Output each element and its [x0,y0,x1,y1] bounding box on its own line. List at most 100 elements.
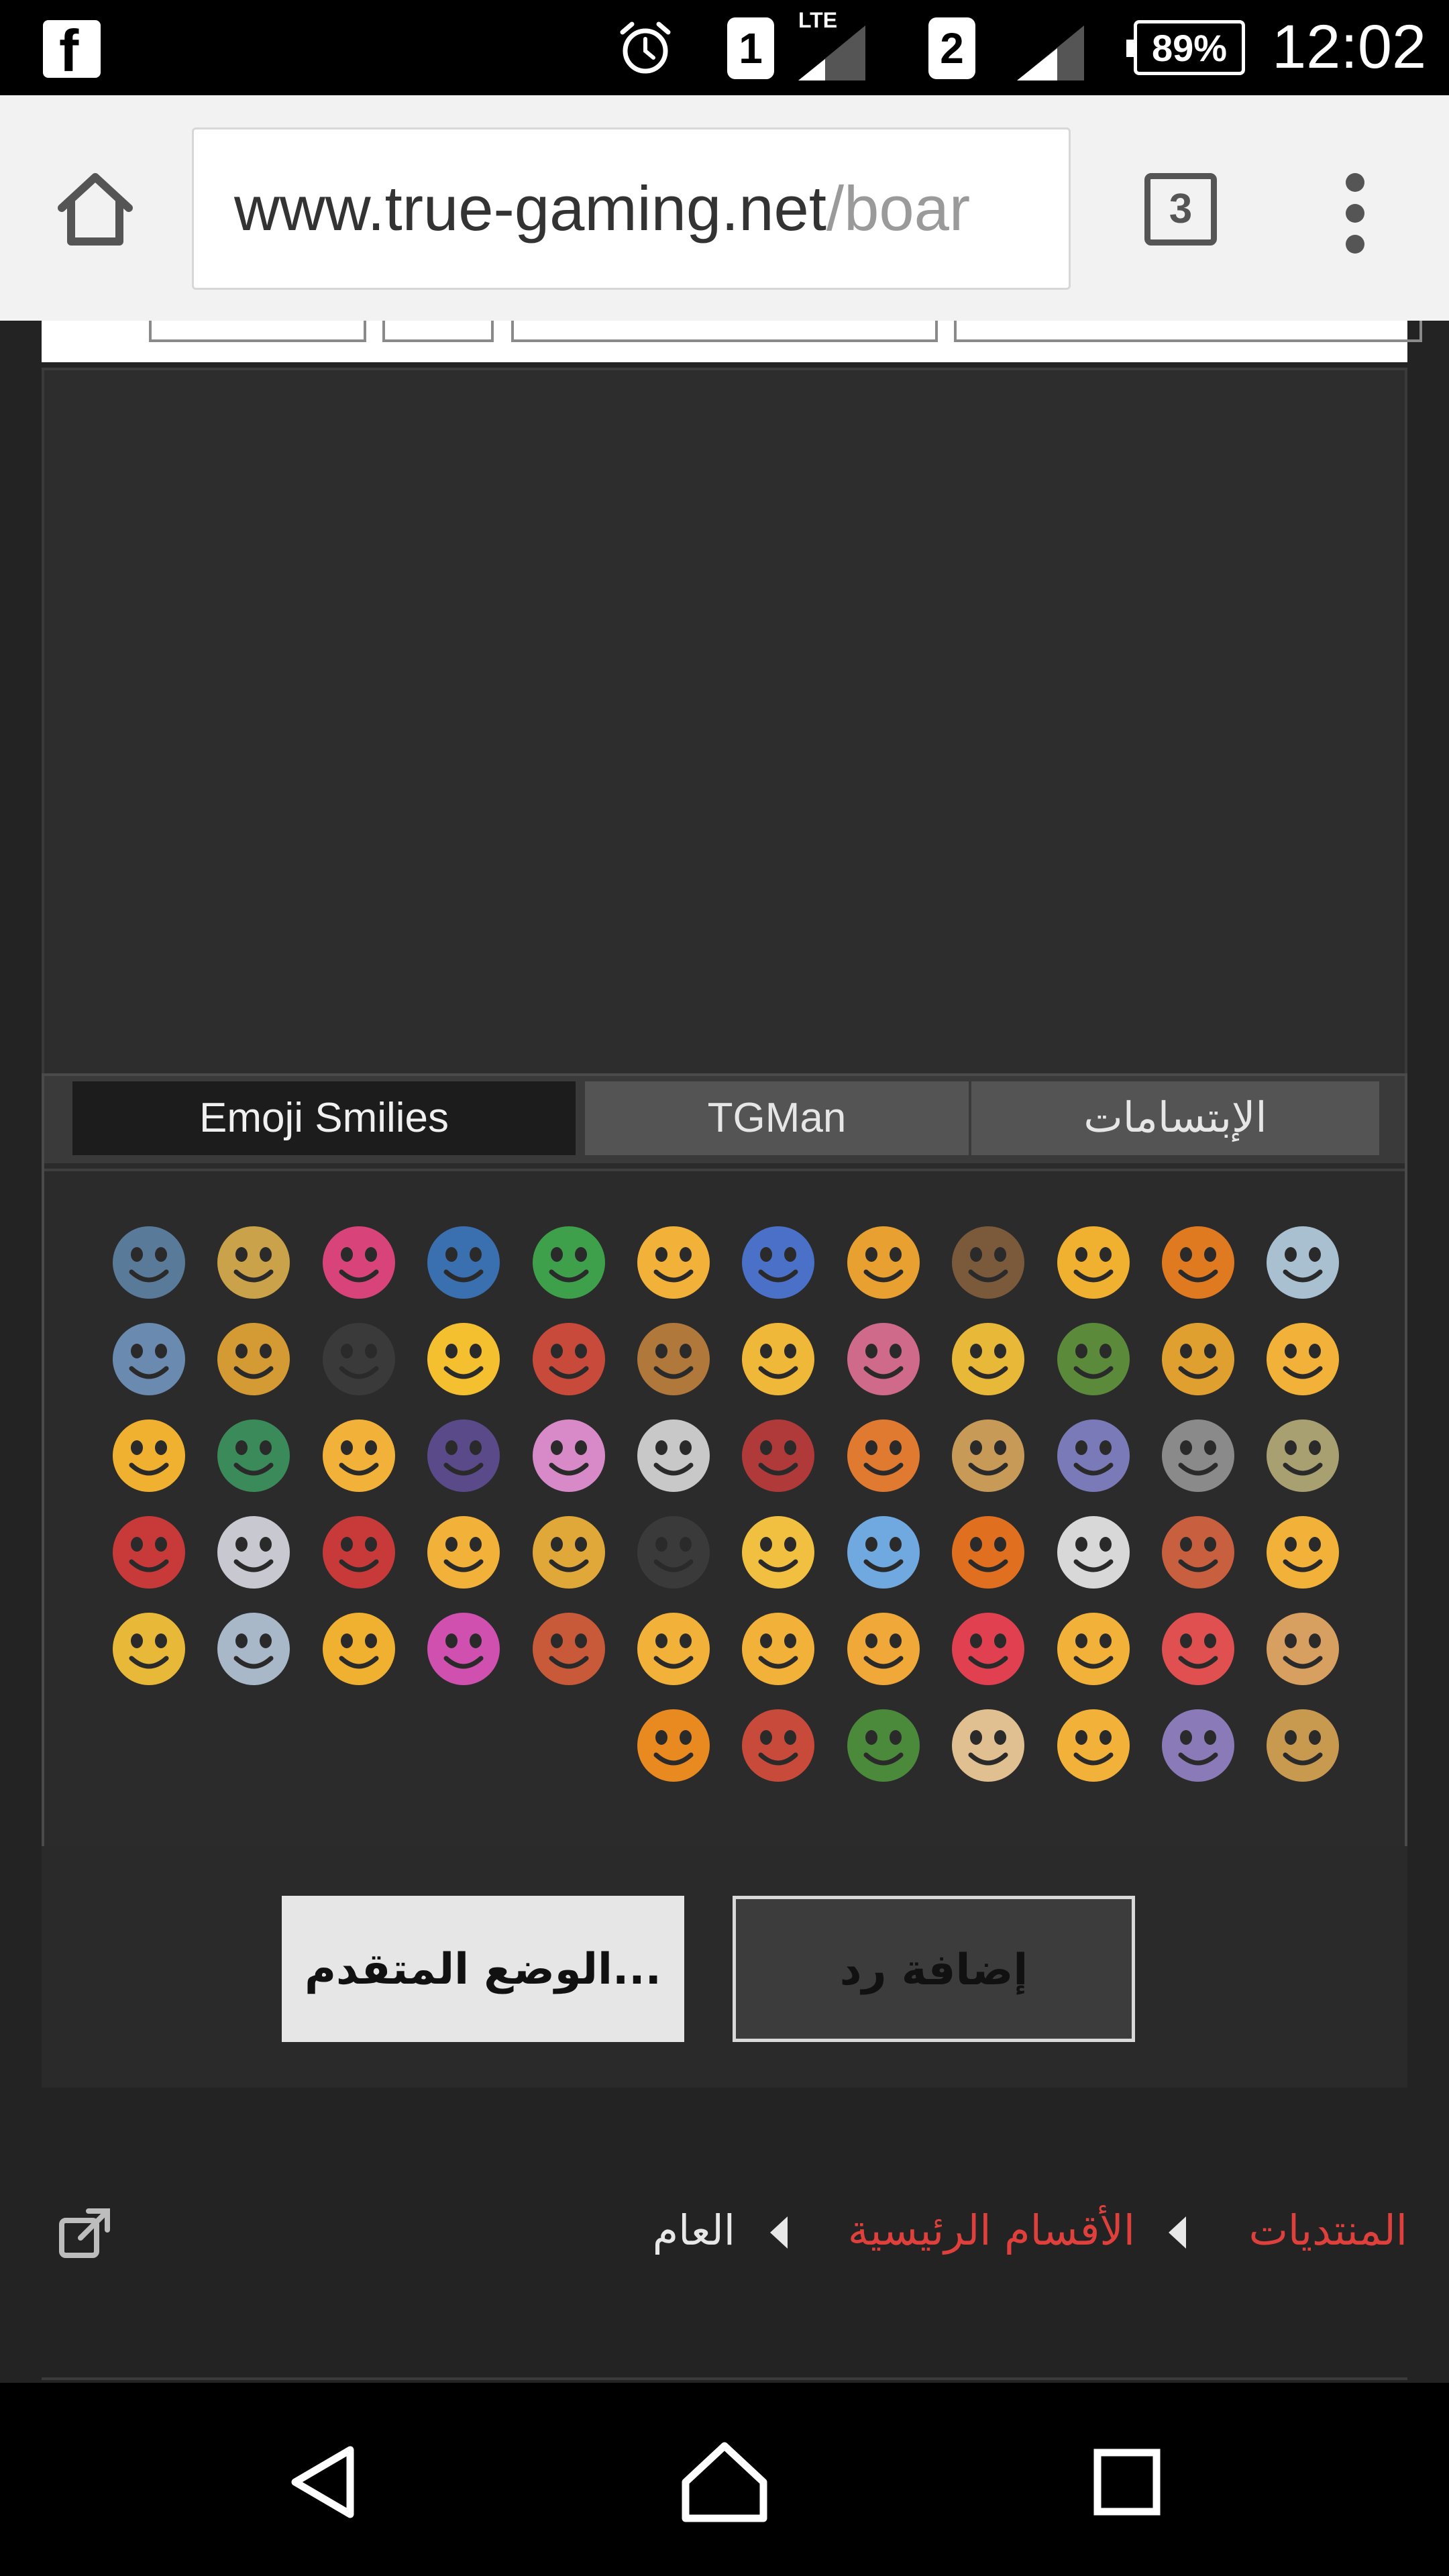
smiley-icon[interactable] [213,1415,294,1496]
smiley-icon[interactable] [1158,1415,1238,1496]
smiley-icon[interactable] [423,1609,504,1689]
back-icon[interactable] [275,2435,369,2529]
smiley-icon[interactable] [1263,1415,1343,1496]
smiley-icon[interactable] [423,1415,504,1496]
smiley-icon[interactable] [213,1512,294,1593]
breadcrumb: العام الأقسام الرئيسية المنتديات [0,2147,1449,2321]
breadcrumb-current: العام [652,2206,735,2255]
smiley-icon[interactable] [423,1512,504,1593]
smiley-icon[interactable] [319,1319,399,1399]
smiley-icon[interactable] [1053,1609,1134,1689]
smiley-icon[interactable] [1158,1609,1238,1689]
smiley-icon[interactable] [843,1705,924,1786]
smiley-icon[interactable] [529,1512,609,1593]
advanced-mode-button[interactable]: الوضع المتقدم... [282,1896,684,2042]
tab-smilies-arabic[interactable]: الإبتسامات [971,1081,1379,1155]
tab-emoji-smilies[interactable]: Emoji Smilies [72,1081,576,1155]
smiley-icon[interactable] [843,1512,924,1593]
url-bar[interactable]: www.true-gaming.net/boar [192,127,1071,290]
smiley-icon[interactable] [948,1705,1028,1786]
form-control[interactable] [382,321,494,342]
battery-level: 89% [1151,27,1228,69]
smiley-icon[interactable] [1263,1512,1343,1593]
smiley-icon[interactable] [948,1222,1028,1303]
smiley-icon[interactable] [319,1222,399,1303]
smiley-icon[interactable] [529,1609,609,1689]
smiley-icon[interactable] [213,1222,294,1303]
smiley-icon[interactable] [109,1609,189,1689]
clock: 12:02 [1272,13,1427,81]
smiley-icon[interactable] [738,1319,818,1399]
smiley-icon[interactable] [948,1319,1028,1399]
smiley-icon[interactable] [213,1609,294,1689]
breadcrumb-forums[interactable]: المنتديات [1249,2200,1407,2261]
sim2-badge: 2 [928,17,975,79]
url-text[interactable]: www.true-gaming.net/boar [234,129,970,288]
smiley-icon[interactable] [948,1609,1028,1689]
smiley-icon[interactable] [213,1319,294,1399]
smiley-icon[interactable] [1053,1705,1134,1786]
page-top-strip [42,321,1422,362]
smiley-icon[interactable] [633,1512,714,1593]
smilies-grid [44,1169,1405,1846]
smiley-icon[interactable] [1053,1319,1134,1399]
smiley-icon[interactable] [109,1415,189,1496]
home-icon[interactable] [48,162,142,256]
smiley-icon[interactable] [633,1222,714,1303]
smiley-icon[interactable] [633,1705,714,1786]
smiley-icon[interactable] [738,1609,818,1689]
external-link-icon[interactable] [58,2206,113,2261]
smiley-icon[interactable] [843,1415,924,1496]
status-bar: f 1 LTE 2 89% 12:02 [0,0,1449,95]
reply-actions: الوضع المتقدم... إضافة رد [42,1846,1407,2088]
smiley-icon[interactable] [529,1319,609,1399]
smiley-icon[interactable] [1053,1512,1134,1593]
reply-editor[interactable] [42,368,1407,1075]
smiley-icon[interactable] [1263,1705,1343,1786]
smiley-icon[interactable] [109,1319,189,1399]
smiley-icon[interactable] [319,1609,399,1689]
smiley-icon[interactable] [633,1415,714,1496]
smiley-icon[interactable] [633,1609,714,1689]
smiley-icon[interactable] [843,1222,924,1303]
tab-tgman[interactable]: TGMan [585,1081,969,1155]
more-vert-icon[interactable] [1335,173,1375,259]
smiley-icon[interactable] [423,1222,504,1303]
form-control[interactable] [149,321,366,342]
smiley-icon[interactable] [1263,1609,1343,1689]
smiley-icon[interactable] [1158,1705,1238,1786]
smiley-icon[interactable] [1158,1319,1238,1399]
form-control[interactable] [511,321,938,342]
smiley-icon[interactable] [948,1415,1028,1496]
smiley-icon[interactable] [738,1512,818,1593]
smiley-icon[interactable] [1263,1222,1343,1303]
smiley-icon[interactable] [319,1415,399,1496]
smiley-icon[interactable] [423,1319,504,1399]
smiley-icon[interactable] [1263,1319,1343,1399]
divider [42,2377,1407,2380]
facebook-icon: f [43,20,101,82]
smiley-icon[interactable] [738,1415,818,1496]
smiley-icon[interactable] [843,1609,924,1689]
recents-icon[interactable] [1080,2435,1174,2529]
smiley-icon[interactable] [529,1222,609,1303]
smilies-tab-bar: Emoji Smilies TGMan الإبتسامات [44,1076,1405,1163]
add-reply-button[interactable]: إضافة رد [733,1896,1135,2042]
smiley-icon[interactable] [1053,1222,1134,1303]
smiley-icon[interactable] [529,1415,609,1496]
smiley-icon[interactable] [1158,1222,1238,1303]
smiley-icon[interactable] [738,1705,818,1786]
smiley-icon[interactable] [319,1512,399,1593]
tabs-icon[interactable]: 3 [1144,173,1217,246]
smiley-icon[interactable] [109,1222,189,1303]
smiley-icon[interactable] [948,1512,1028,1593]
smiley-icon[interactable] [109,1512,189,1593]
smiley-icon[interactable] [1053,1415,1134,1496]
form-control[interactable] [954,321,1422,342]
breadcrumb-main-sections[interactable]: الأقسام الرئيسية [848,2200,1135,2261]
smiley-icon[interactable] [738,1222,818,1303]
smiley-icon[interactable] [1158,1512,1238,1593]
home-icon[interactable] [678,2435,771,2529]
smiley-icon[interactable] [843,1319,924,1399]
smiley-icon[interactable] [633,1319,714,1399]
